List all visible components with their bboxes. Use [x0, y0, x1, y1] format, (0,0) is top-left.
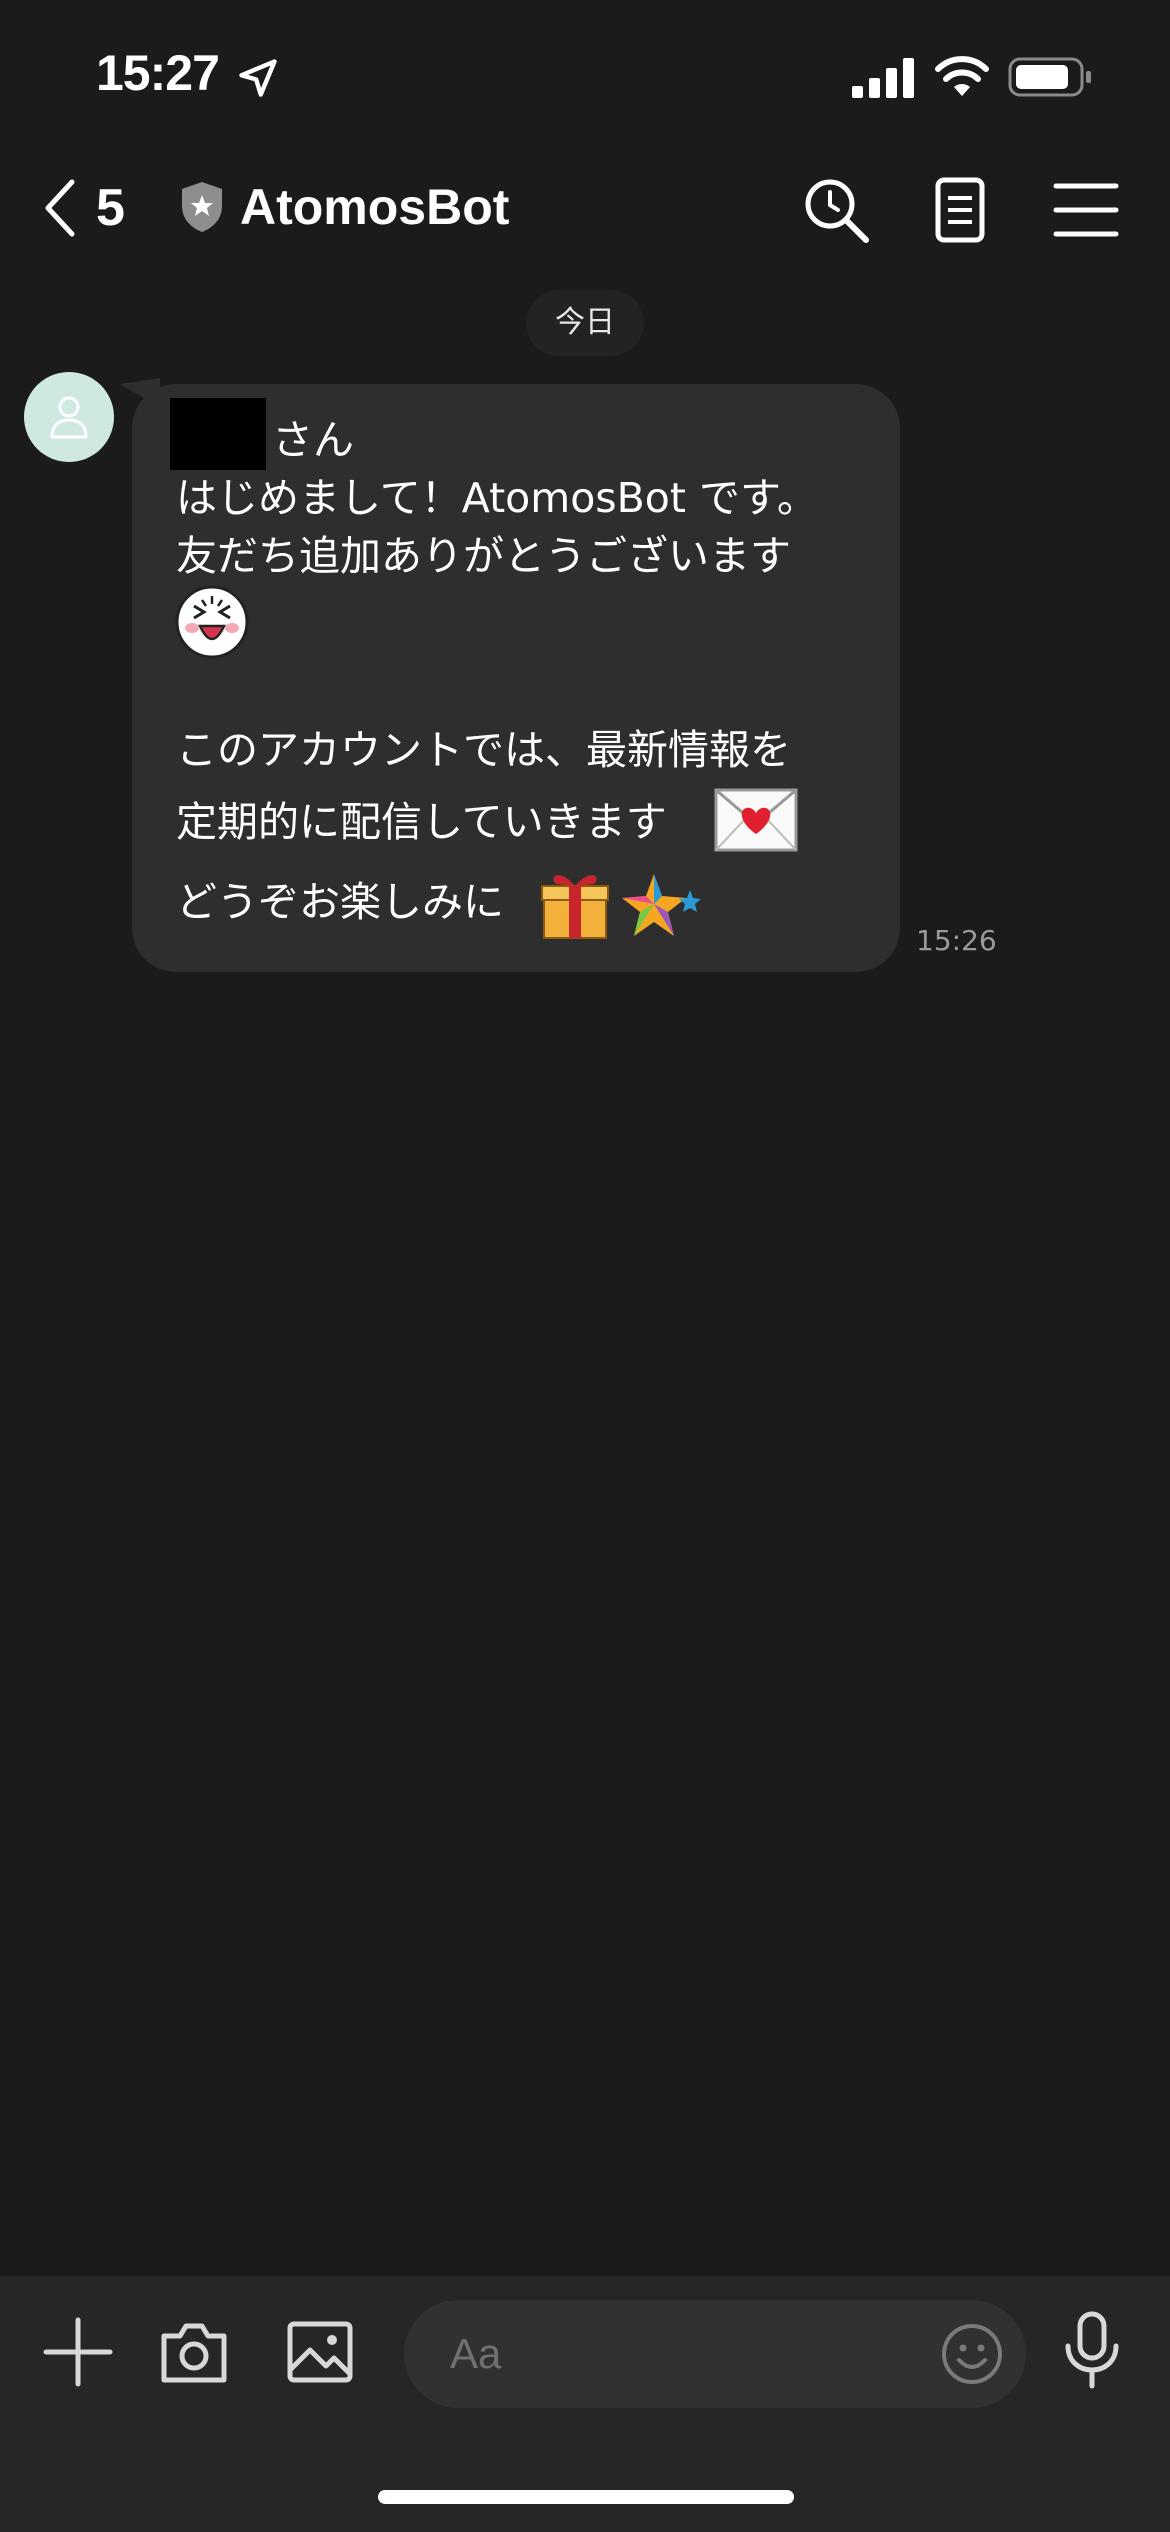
user-silhouette-icon [50, 396, 88, 439]
redacted-name-block [170, 398, 266, 470]
message-timestamp: 15:26 [916, 924, 997, 957]
verified-shield-icon [182, 182, 222, 232]
gift-box-icon [541, 875, 609, 939]
emoji-icon[interactable] [940, 2322, 1004, 2386]
home-indicator[interactable] [378, 2490, 794, 2504]
image-icon[interactable] [284, 2316, 356, 2388]
wifi-icon [935, 56, 989, 96]
love-letter-icon [714, 788, 798, 852]
input-bar [0, 2276, 1170, 2532]
message-input[interactable] [450, 2322, 910, 2386]
cellular-signal-icon [852, 58, 914, 98]
menu-icon[interactable] [1050, 174, 1122, 246]
chat-title: AtomosBot [240, 179, 510, 235]
message-line-6: どうぞお楽しみに [176, 878, 504, 926]
message-line-2: はじめまして！AtomosBot です。 [176, 474, 818, 522]
chat-header: 5 AtomosBot [0, 150, 1170, 270]
notes-icon[interactable] [924, 174, 996, 246]
message-line-5: 定期的に配信していきます [176, 798, 667, 846]
laughing-face-sticker-icon [175, 585, 249, 659]
sparkle-star-icon [622, 874, 701, 936]
location-arrow-icon [239, 59, 277, 97]
status-bar: 15:27 [0, 0, 1170, 150]
message-line-4: このアカウントでは、最新情報を [176, 726, 791, 774]
avatar[interactable] [24, 372, 114, 462]
date-separator: 今日 [526, 290, 644, 356]
plus-icon[interactable] [42, 2316, 114, 2388]
camera-icon[interactable] [158, 2316, 230, 2388]
microphone-icon[interactable] [1056, 2310, 1128, 2390]
search-icon[interactable] [800, 174, 872, 246]
status-time: 15:27 [96, 45, 220, 101]
battery-icon [1008, 57, 1091, 97]
message-line-3: 友だち追加ありがとうございます [176, 532, 791, 580]
message-input-container [404, 2300, 1026, 2408]
unread-count[interactable]: 5 [96, 178, 125, 238]
message-line-1: さん [272, 416, 354, 464]
message-bubble[interactable]: さん はじめまして！AtomosBot です。 友だち追加ありがとうございます … [132, 384, 900, 972]
back-chevron-icon[interactable] [40, 178, 80, 238]
